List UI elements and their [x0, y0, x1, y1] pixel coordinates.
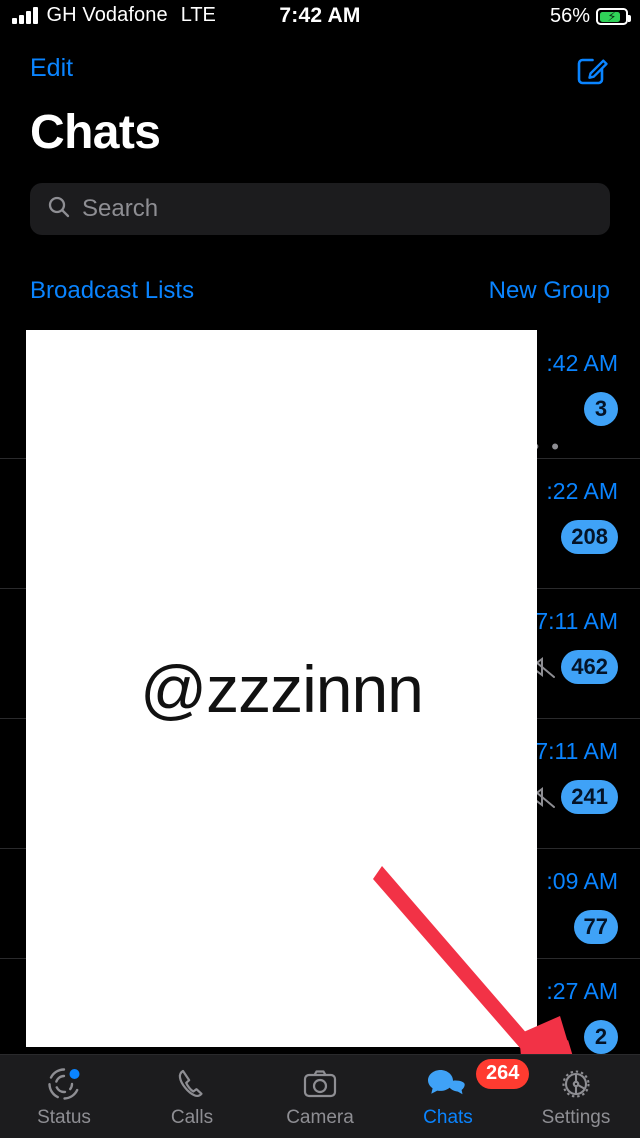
status-bar-clock: 7:42 AM — [279, 4, 361, 27]
unread-badge: 208 — [561, 520, 618, 554]
chat-timestamp: :42 AM — [546, 350, 618, 376]
search-field[interactable]: Search — [30, 183, 610, 235]
search-input[interactable]: Search — [82, 195, 158, 223]
camera-icon — [300, 1065, 340, 1103]
tab-bar: Status Calls Camera 264 Chats Settings — [0, 1054, 640, 1138]
tab-calls[interactable]: Calls — [128, 1055, 256, 1138]
tab-camera-label: Camera — [286, 1106, 354, 1128]
status-bar-right: 56% ⚡ — [549, 5, 631, 28]
charging-bolt-icon: ⚡ — [607, 8, 617, 24]
unread-badge: 462 — [561, 650, 618, 684]
unread-badge: 2 — [584, 1020, 618, 1054]
tab-status-label: Status — [37, 1106, 91, 1128]
quick-links-row: Broadcast Lists New Group — [0, 277, 640, 317]
battery-percent-label: 56% — [549, 5, 590, 27]
tab-chats-label: Chats — [423, 1106, 473, 1128]
chat-timestamp: 7:11 AM — [535, 738, 618, 764]
chat-timestamp: 7:11 AM — [535, 608, 618, 634]
battery-charging-icon: ⚡ — [596, 8, 631, 25]
search-icon — [46, 194, 72, 225]
white-overlay-panel: @zzzinnn — [26, 330, 537, 1047]
unread-badge: 77 — [573, 910, 618, 944]
chat-timestamp: :09 AM — [546, 868, 618, 894]
status-bar: GH Vodafone LTE 7:42 AM 56% ⚡ — [0, 0, 640, 40]
compose-icon[interactable] — [572, 50, 612, 90]
tab-calls-label: Calls — [170, 1106, 214, 1128]
tab-settings[interactable]: Settings — [512, 1055, 640, 1138]
unread-badge: 241 — [561, 780, 618, 814]
chat-timestamp: :27 AM — [546, 978, 618, 1004]
page-title: Chats — [30, 106, 161, 159]
gear-icon — [555, 1065, 597, 1103]
broadcast-lists-button[interactable]: Broadcast Lists — [30, 277, 194, 305]
new-group-button[interactable]: New Group — [489, 277, 610, 305]
navigation-bar: Edit — [0, 40, 640, 96]
status-rings-icon — [44, 1065, 84, 1103]
unread-badge: 3 — [584, 392, 618, 426]
tab-status[interactable]: Status — [0, 1055, 128, 1138]
chat-timestamp: :22 AM — [546, 478, 618, 504]
phone-icon — [172, 1065, 212, 1103]
tab-camera[interactable]: Camera — [256, 1055, 384, 1138]
watermark-label: @zzzinnn — [140, 651, 424, 726]
chat-bubbles-icon: 264 — [424, 1058, 530, 1103]
tab-chats[interactable]: 264 Chats — [384, 1055, 530, 1138]
tab-settings-label: Settings — [541, 1106, 611, 1128]
edit-button[interactable]: Edit — [30, 54, 73, 83]
